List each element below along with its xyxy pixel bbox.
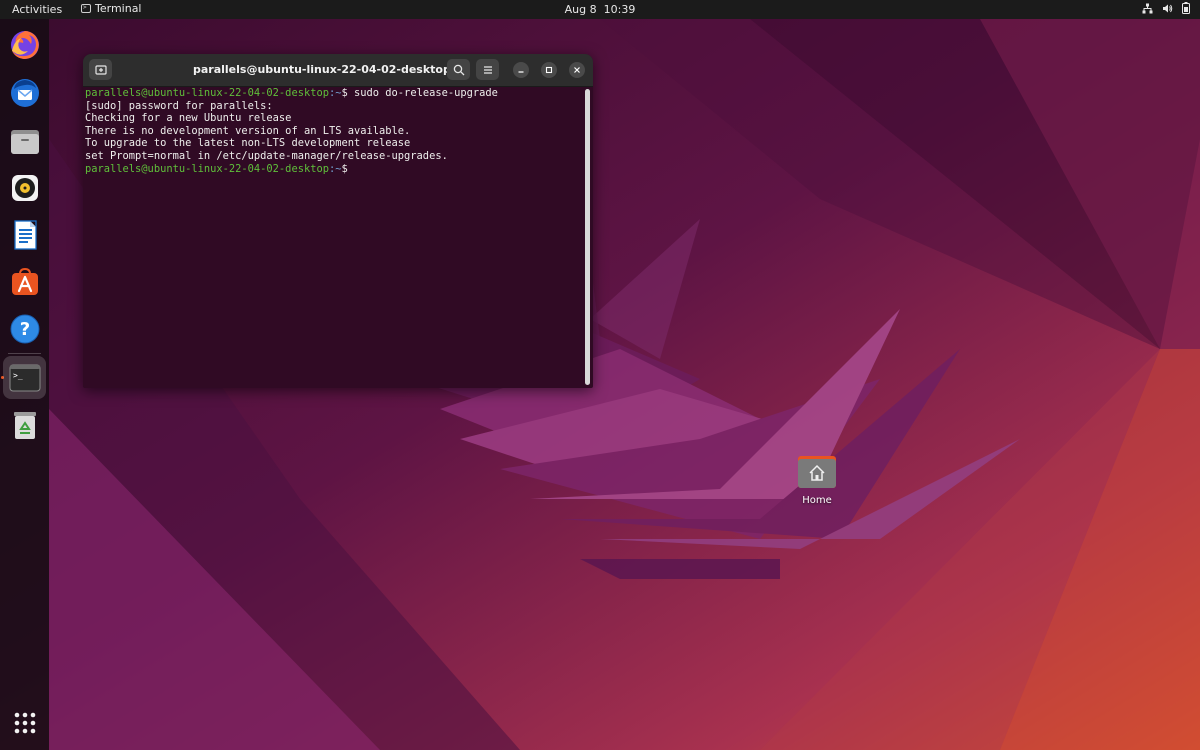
activities-button[interactable]: Activities <box>12 3 62 16</box>
terminal-line: To upgrade to the latest non-LTS develop… <box>85 137 411 150</box>
terminal-line: [sudo] password for parallels: <box>85 99 273 112</box>
maximize-button[interactable] <box>541 62 557 78</box>
clock: Aug 8 10:39 <box>0 3 1200 16</box>
window-title: parallels@ubuntu-linux-22-04-02-desktop:… <box>193 63 469 76</box>
help-icon: ? <box>10 314 39 343</box>
dock-firefox[interactable] <box>6 26 43 63</box>
minimize-icon <box>518 71 524 73</box>
thunderbird-icon <box>10 78 39 107</box>
terminal-output[interactable]: parallels@ubuntu-linux-22-04-02-desktop:… <box>83 87 586 387</box>
dock-thunderbird[interactable] <box>6 74 43 111</box>
clock-time: 10:39 <box>603 3 636 16</box>
home-folder-icon[interactable] <box>797 456 837 488</box>
network-icon <box>1142 3 1153 13</box>
clock-date: Aug 8 <box>564 3 597 16</box>
software-icon <box>11 267 38 295</box>
writer-icon <box>13 219 37 250</box>
terminal-scrollbar[interactable] <box>585 89 590 385</box>
minimize-button[interactable] <box>513 62 529 78</box>
app-menu-label: Terminal <box>95 2 142 15</box>
svg-text:?: ? <box>19 319 29 340</box>
new-tab-button[interactable] <box>89 59 112 80</box>
close-button[interactable] <box>569 62 585 78</box>
dock-files[interactable] <box>6 122 43 159</box>
dock-terminal[interactable]: >_ <box>3 356 46 399</box>
svg-text:>_: >_ <box>13 371 23 380</box>
new-tab-icon <box>94 64 107 75</box>
battery-icon <box>1182 2 1190 14</box>
dock-help[interactable]: ? <box>6 310 43 347</box>
files-icon <box>10 129 39 154</box>
top-bar: Activities > Terminal Aug 8 10:39 <box>0 0 1200 19</box>
volume-icon <box>1163 4 1173 12</box>
prompt-command: $ <box>341 162 348 175</box>
close-icon <box>574 67 580 73</box>
terminal-line: parallels@ubuntu-linux-22-04-02-desktop:… <box>84 163 586 176</box>
hamburger-menu-icon <box>483 65 492 74</box>
terminal-small-icon: > <box>81 4 91 13</box>
search-icon <box>453 64 464 75</box>
prompt-user: parallels@ubuntu-linux-22-04-02-desktop <box>85 87 329 99</box>
prompt-user: parallels@ubuntu-linux-22-04-02-desktop <box>85 162 329 175</box>
prompt-command: $ sudo do-release-upgrade <box>341 87 498 99</box>
menu-button[interactable] <box>476 59 499 80</box>
app-menu-terminal[interactable]: > Terminal <box>81 2 142 15</box>
prompt-path: :~ <box>328 87 342 99</box>
firefox-icon <box>10 30 39 59</box>
system-tray[interactable] <box>1142 2 1190 14</box>
rhythmbox-icon <box>11 174 38 201</box>
dock-trash[interactable] <box>6 406 43 443</box>
maximize-icon <box>545 66 553 74</box>
terminal-line: Checking for a new Ubuntu release <box>85 112 292 125</box>
terminal-headerbar[interactable]: parallels@ubuntu-linux-22-04-02-desktop:… <box>83 54 593 87</box>
dock-separator <box>8 353 41 354</box>
dock-rhythmbox[interactable] <box>6 169 43 206</box>
home-folder-label: Home <box>802 495 832 506</box>
dock-libreoffice-writer[interactable] <box>6 216 43 253</box>
terminal-line: parallels@ubuntu-linux-22-04-02-desktop:… <box>84 87 586 100</box>
terminal-window[interactable]: parallels@ubuntu-linux-22-04-02-desktop:… <box>83 54 593 388</box>
clock-button[interactable]: Aug 8 10:39 <box>565 3 636 16</box>
dock: ? >_ <box>0 19 49 750</box>
prompt-path: :~ <box>328 162 342 175</box>
search-button[interactable] <box>447 59 470 80</box>
app-grid-icon <box>14 712 35 733</box>
trash-icon <box>13 411 36 439</box>
terminal-icon: >_ <box>9 364 40 391</box>
terminal-line: There is no development version of an LT… <box>85 124 411 137</box>
terminal-line: set Prompt=normal in /etc/update-manager… <box>85 149 448 162</box>
dock-ubuntu-software[interactable] <box>6 263 43 300</box>
show-applications-button[interactable] <box>6 704 43 741</box>
